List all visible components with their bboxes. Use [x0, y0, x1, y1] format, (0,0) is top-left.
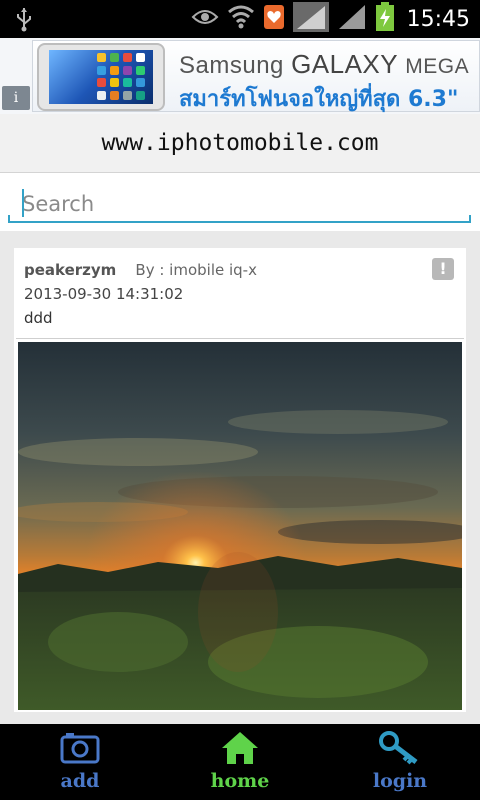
text-cursor: [22, 189, 24, 217]
report-button[interactable]: !: [432, 258, 454, 280]
clock: 15:45: [406, 6, 470, 32]
post-date: 2013-09-30 14:31:02: [24, 285, 184, 303]
home-icon: [220, 730, 260, 770]
home-button[interactable]: home: [160, 724, 320, 800]
ad-tagline: สมาร์ทโฟนจอใหญ่ที่สุด 6.3": [179, 87, 459, 112]
post-text: ddd: [24, 309, 53, 327]
post-photo[interactable]: [18, 342, 462, 710]
ad-info-icon[interactable]: i: [2, 86, 30, 110]
ad-banner[interactable]: Samsung GALAXY MEGA สมาร์ทโฟนจอใหญ่ที่สุ…: [0, 38, 480, 114]
bottom-nav: add home login: [0, 724, 480, 800]
signal-icon-2: [337, 3, 367, 35]
post-divider: [16, 338, 464, 339]
key-icon: [378, 730, 422, 770]
battery-charging-icon: [375, 2, 395, 36]
post-author[interactable]: peakerzym: [24, 261, 116, 279]
post-device: By : imobile iq-x: [135, 261, 257, 279]
notification-icon: [263, 4, 285, 34]
wifi-icon: [227, 4, 255, 34]
post-card[interactable]: peakerzym By : imobile iq-x 2013-09-30 1…: [14, 248, 466, 712]
eye-icon: [191, 7, 219, 31]
status-bar: 15:45: [0, 0, 480, 38]
usb-icon: [14, 6, 34, 36]
search-input[interactable]: [10, 185, 470, 223]
post-header: peakerzym By : imobile iq-x 2013-09-30 1…: [24, 260, 454, 327]
ad-title: Samsung GALAXY MEGA: [179, 49, 470, 79]
ad-phone-image: [37, 43, 165, 111]
search-underline: [8, 215, 471, 223]
signal-icon: [292, 2, 329, 36]
ad-content[interactable]: Samsung GALAXY MEGA สมาร์ทโฟนจอใหญ่ที่สุ…: [32, 40, 480, 112]
search-bar: [0, 173, 480, 231]
camera-icon: [60, 730, 100, 768]
site-title: www.iphotomobile.com: [0, 114, 480, 173]
add-button[interactable]: add: [0, 724, 160, 800]
login-button[interactable]: login: [320, 724, 480, 800]
